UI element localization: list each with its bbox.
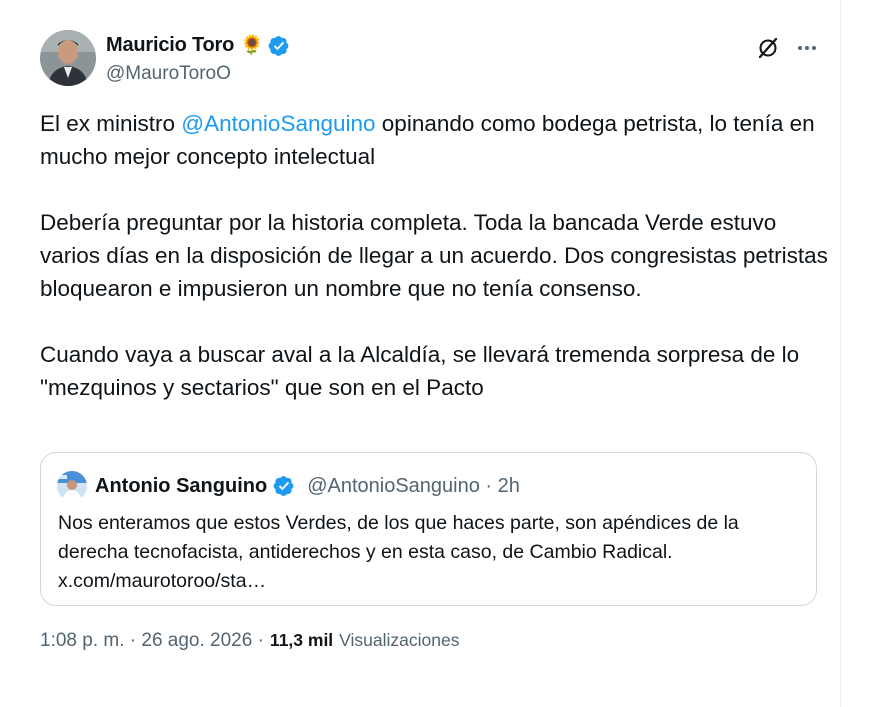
tweet-text: El ex ministro @AntonioSanguino opinando… — [40, 107, 830, 404]
quoted-tweet-header: Antonio Sanguino @AntonioSanguino · 2h — [57, 471, 520, 501]
header-actions — [756, 36, 818, 60]
tweet-header: Mauricio Toro 🌻 @MauroToroO — [40, 30, 830, 90]
grok-icon[interactable] — [756, 36, 780, 60]
tweet-paragraph-2: Debería preguntar por la historia comple… — [40, 210, 828, 301]
quoted-tweet-text: Nos enteramos que estos Verdes, de los q… — [58, 512, 739, 592]
quoted-verified-badge-icon — [273, 475, 295, 497]
p1-prefix: El ex ministro — [40, 111, 182, 136]
tweet-paragraph-1: El ex ministro @AntonioSanguino opinando… — [40, 107, 830, 173]
tweet-footer: 1:08 p. m. · 26 ago. 2026 · 11,3 mil Vis… — [40, 630, 459, 652]
sunflower-emoji: 🌻 — [240, 35, 264, 56]
quoted-handle-time: @AntonioSanguino · 2h — [307, 474, 520, 497]
quoted-tweet[interactable]: Antonio Sanguino @AntonioSanguino · 2h N… — [40, 452, 817, 606]
mention-link[interactable]: @AntonioSanguino — [181, 111, 375, 136]
views-label: Visualizaciones — [339, 630, 460, 650]
quoted-author-name[interactable]: Antonio Sanguino — [95, 475, 267, 498]
timestamp[interactable]: 1:08 p. m. · 26 ago. 2026 · — [40, 630, 264, 652]
quoted-author-avatar[interactable] — [57, 471, 87, 501]
author-handle[interactable]: @MauroToroO — [106, 63, 231, 85]
verified-badge-icon[interactable] — [268, 35, 290, 57]
column-border — [840, 0, 841, 707]
tweet-paragraph-3: Cuando vaya a buscar aval a la Alcaldía,… — [40, 342, 800, 400]
views-count: 11,3 mil — [269, 630, 334, 650]
more-icon[interactable] — [796, 37, 818, 59]
author-display-name[interactable]: Mauricio Toro — [106, 34, 234, 57]
author-name-row[interactable]: Mauricio Toro 🌻 — [106, 34, 290, 57]
author-avatar[interactable] — [40, 30, 96, 86]
